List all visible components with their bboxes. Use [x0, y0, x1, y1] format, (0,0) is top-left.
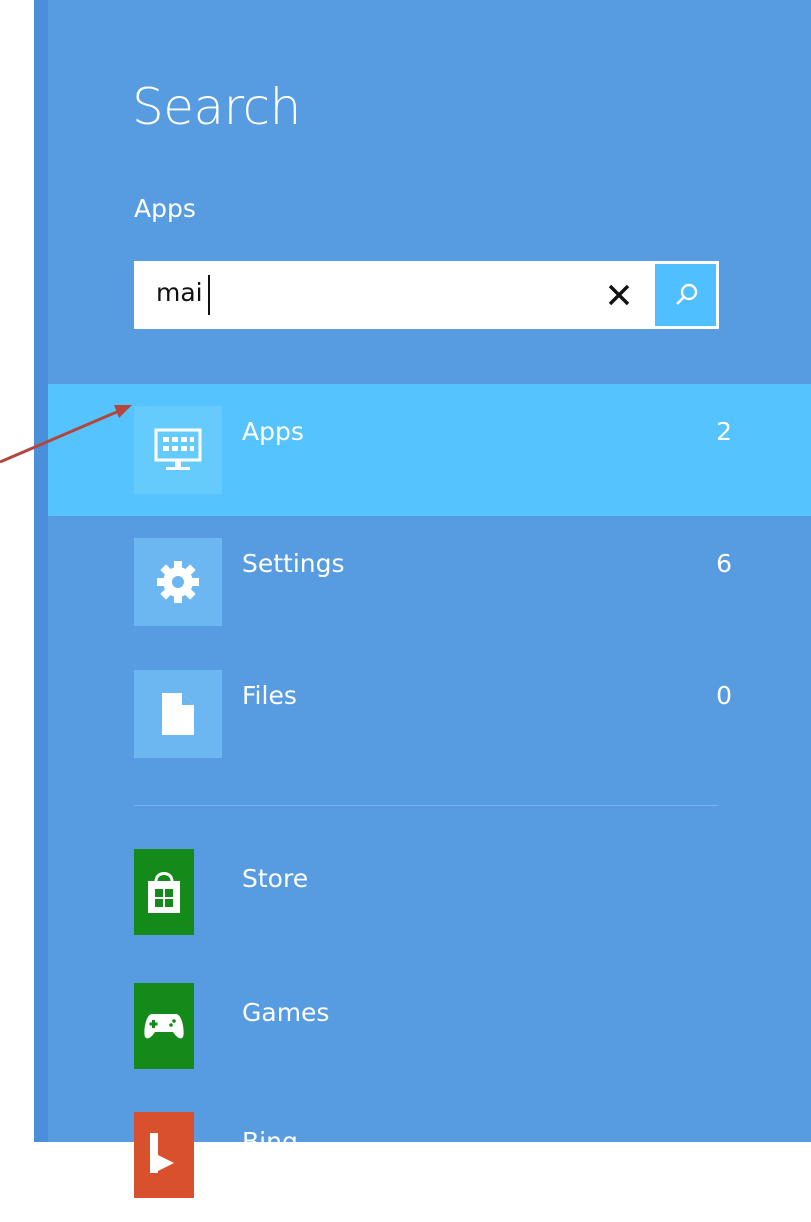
category-label: Settings [242, 549, 345, 578]
bing-icon [150, 1133, 174, 1173]
gamepad-icon [144, 1014, 184, 1039]
file-icon [162, 693, 194, 735]
search-input[interactable]: mai [134, 261, 719, 329]
search-icon [675, 283, 697, 305]
section-divider [134, 805, 719, 806]
category-count: 6 [716, 549, 732, 578]
category-tile [134, 670, 222, 758]
category-count: 2 [716, 417, 732, 446]
category-tile [134, 538, 222, 626]
search-query-text: mai [156, 278, 203, 307]
category-label: Apps [242, 417, 304, 446]
store-icon [148, 872, 180, 913]
app-label: Games [242, 998, 330, 1027]
app-result-games[interactable]: Games [48, 983, 811, 1093]
gear-icon [157, 561, 199, 603]
annotation-arrow [0, 405, 132, 464]
category-count: 0 [716, 681, 732, 710]
close-icon [608, 284, 630, 306]
category-row-apps[interactable]: Apps 2 [48, 384, 811, 516]
app-label: Store [242, 864, 309, 893]
clear-search-button[interactable] [599, 269, 639, 321]
category-row-files[interactable]: Files 0 [48, 648, 811, 780]
app-tile [134, 849, 194, 935]
category-row-settings[interactable]: Settings 6 [48, 516, 811, 648]
search-button[interactable] [655, 264, 716, 326]
app-tile [134, 983, 194, 1069]
app-result-bing[interactable]: Bing [48, 1112, 811, 1222]
app-result-store[interactable]: Store [48, 849, 811, 959]
text-caret [208, 275, 210, 315]
category-label: Files [242, 681, 297, 710]
app-tile [134, 1112, 194, 1198]
